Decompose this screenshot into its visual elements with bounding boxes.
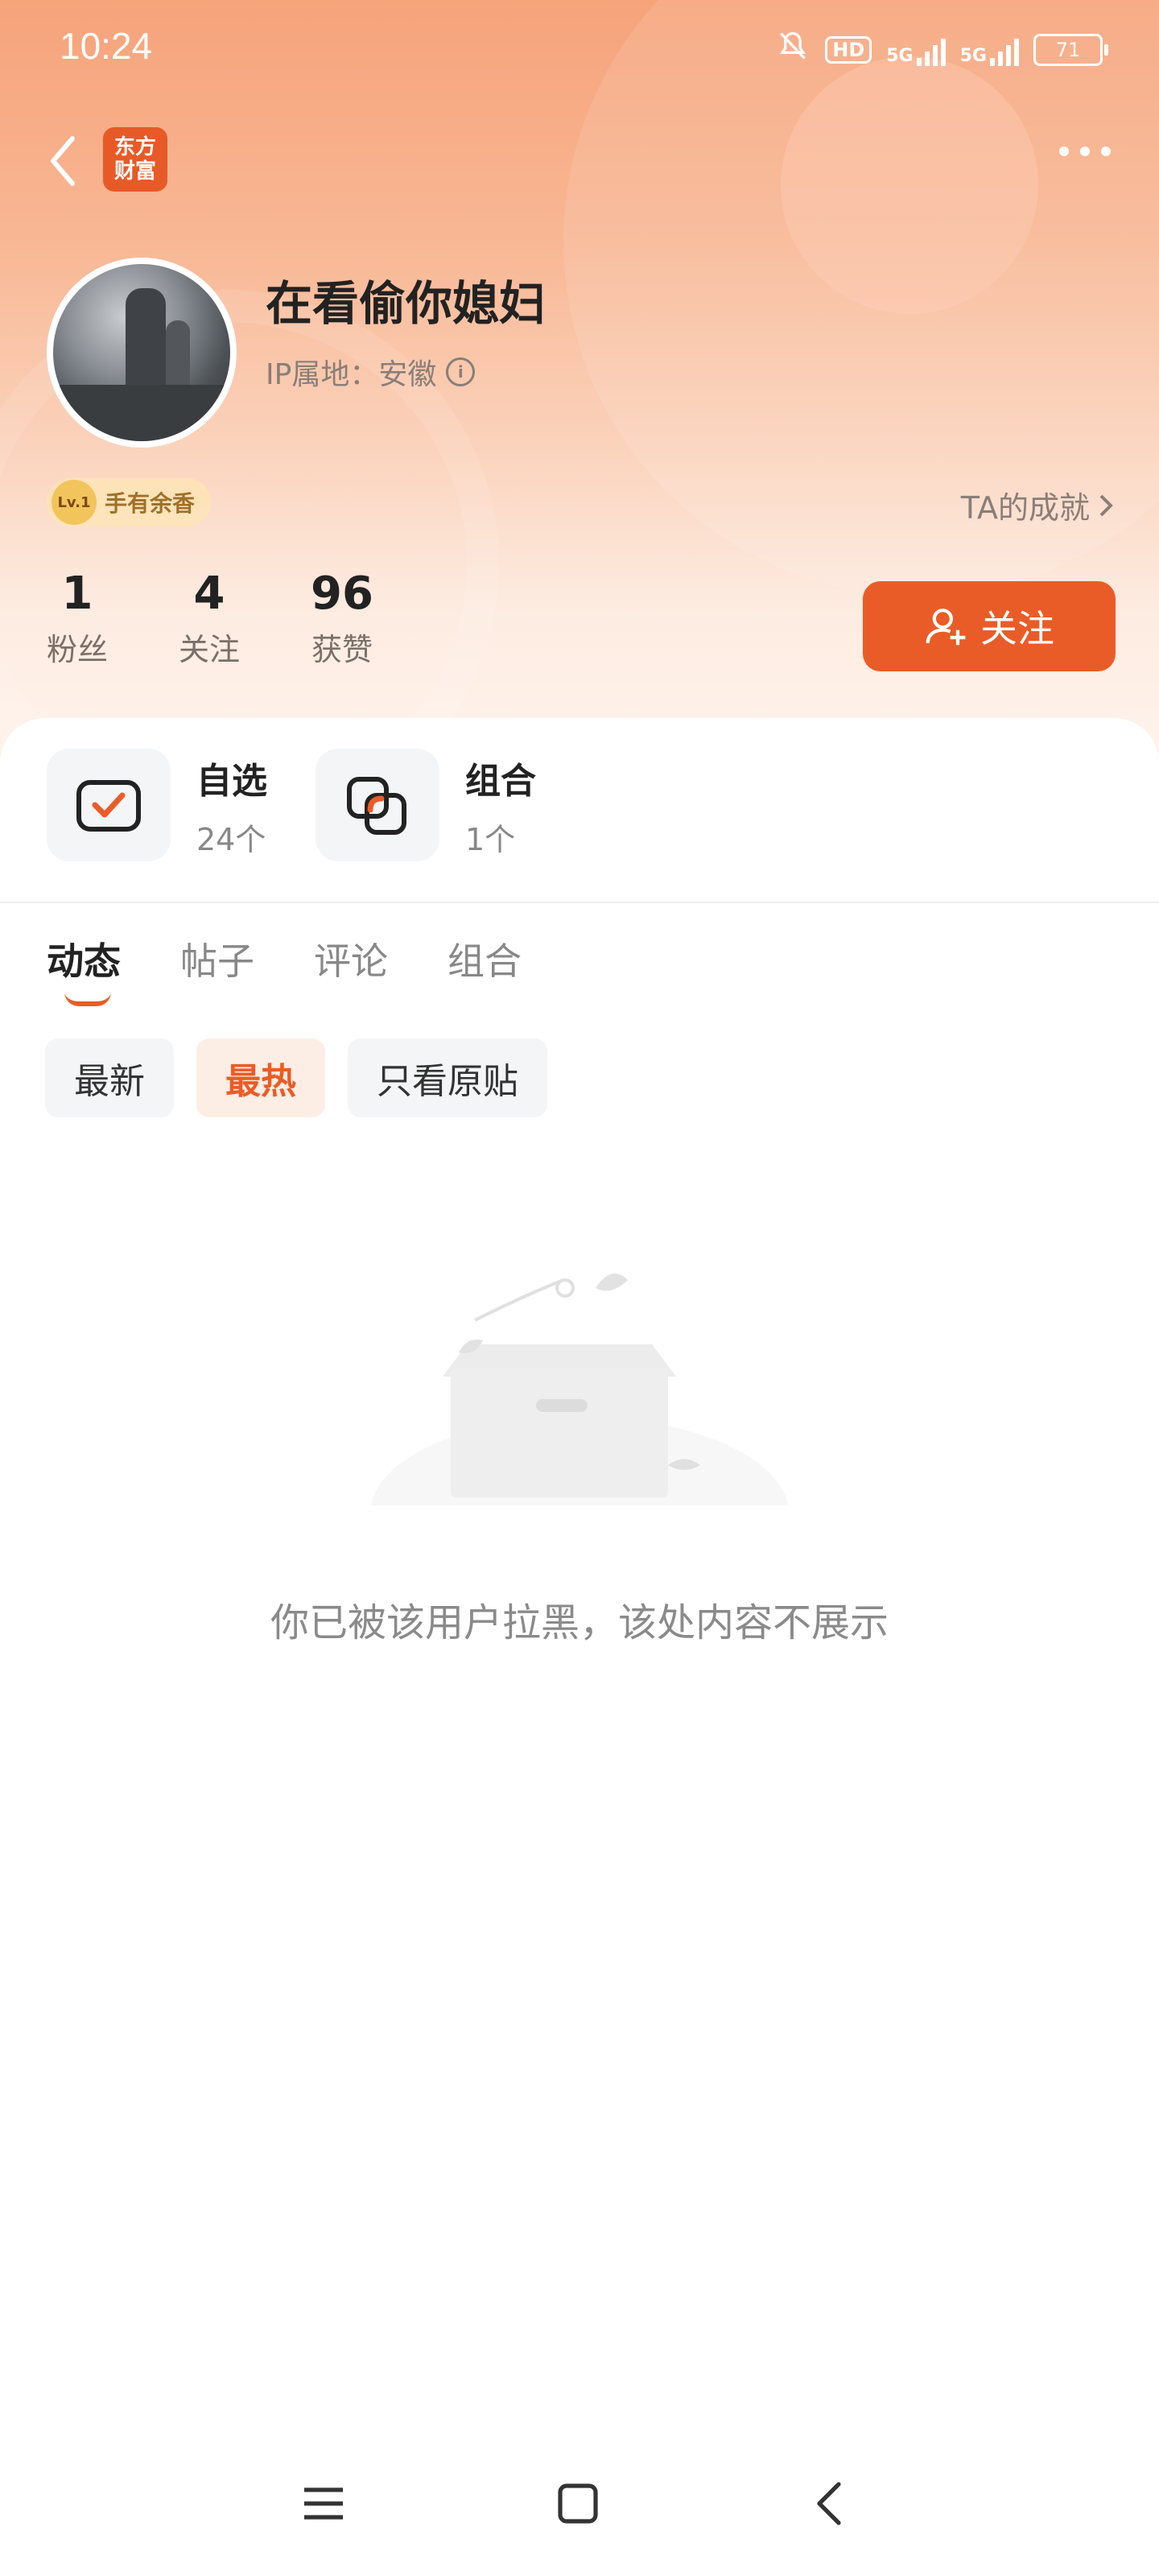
ip-location: IP属地：安徽 i — [266, 351, 476, 393]
profile-stats: 1 粉丝 4 关注 96 获赞 — [47, 568, 373, 669]
portfolio-shortcut[interactable]: 组合 1个 — [316, 749, 536, 861]
shortcut-count: 24个 — [196, 821, 266, 857]
status-time: 10:24 — [60, 25, 153, 67]
watchlist-icon-box — [47, 749, 171, 861]
empty-state-illustration — [354, 1264, 805, 1610]
follow-button[interactable]: 关注 — [863, 581, 1116, 671]
stat-label: 获赞 — [311, 632, 373, 667]
shortcut-count: 1个 — [465, 821, 516, 857]
status-icons: HD 5G 5G 71 — [775, 29, 1108, 70]
divider — [0, 902, 1159, 903]
home-icon[interactable] — [546, 2463, 610, 2544]
stat-number: 96 — [311, 568, 373, 620]
tab-comments[interactable]: 评论 — [314, 932, 388, 985]
system-navigation-bar — [0, 2463, 1159, 2544]
empty-state-message: 你已被该用户拉黑，该处内容不展示 — [270, 1600, 889, 1645]
signal-2: 5G — [960, 34, 1019, 66]
add-user-icon — [926, 609, 966, 646]
avatar[interactable] — [47, 258, 237, 448]
tab-activity[interactable]: 动态 — [47, 932, 121, 1006]
more-options-icon[interactable] — [1059, 147, 1111, 156]
mute-icon — [775, 29, 810, 70]
logo-line-2: 财富 — [113, 159, 156, 184]
tab-portfolios[interactable]: 组合 — [448, 932, 522, 985]
level-badge[interactable]: Lv.1 手有余香 — [47, 478, 212, 526]
avatar-image — [53, 264, 230, 441]
username: 在看偷你媳妇 — [266, 276, 547, 331]
hd-icon: HD — [825, 35, 872, 64]
follow-label: 关注 — [980, 607, 1054, 650]
logo-line-1: 东方 — [113, 135, 156, 159]
info-icon[interactable]: i — [446, 357, 476, 386]
stat-following[interactable]: 4 关注 — [179, 568, 240, 669]
stat-label: 粉丝 — [47, 632, 109, 667]
filter-chips: 最新 最热 只看原贴 — [45, 1038, 547, 1117]
app-logo[interactable]: 东方 财富 — [103, 127, 167, 192]
menu-icon[interactable] — [291, 2463, 356, 2544]
filter-hottest[interactable]: 最热 — [196, 1038, 325, 1117]
status-bar: 10:24 HD 5G 5G 71 — [0, 0, 1159, 97]
watchlist-shortcut[interactable]: 自选 24个 — [47, 749, 267, 861]
stat-likes[interactable]: 96 获赞 — [311, 568, 373, 669]
filter-latest[interactable]: 最新 — [45, 1038, 174, 1117]
content-tabs: 动态 帖子 评论 组合 — [47, 932, 522, 1006]
shortcut-title: 自选 — [196, 760, 267, 802]
signal-1: 5G — [886, 34, 946, 66]
stat-number: 4 — [193, 568, 225, 620]
back-button[interactable] — [40, 129, 89, 193]
filter-original-only[interactable]: 只看原贴 — [348, 1038, 547, 1117]
badge-text: 手有余香 — [105, 490, 196, 517]
shortcut-title: 组合 — [465, 760, 536, 802]
stat-number: 1 — [61, 568, 93, 620]
battery-icon: 71 — [1033, 33, 1108, 66]
chevron-right-icon — [1099, 494, 1113, 516]
checkbox-icon — [76, 780, 141, 832]
tab-posts[interactable]: 帖子 — [180, 932, 254, 985]
network-type-1: 5G — [886, 45, 914, 66]
achievements-link[interactable]: TA的成就 — [961, 483, 1114, 527]
content-card — [0, 718, 1159, 2576]
portfolio-icon-box — [316, 749, 439, 861]
portfolio-icon — [347, 777, 406, 835]
level-icon: Lv.1 — [52, 480, 97, 525]
ip-location-text: IP属地：安徽 — [266, 358, 437, 391]
back-nav-icon[interactable] — [797, 2463, 861, 2544]
network-type-2: 5G — [959, 45, 987, 66]
achievements-label: TA的成就 — [960, 490, 1090, 526]
stat-fans[interactable]: 1 粉丝 — [47, 568, 108, 669]
stat-label: 关注 — [179, 632, 241, 667]
